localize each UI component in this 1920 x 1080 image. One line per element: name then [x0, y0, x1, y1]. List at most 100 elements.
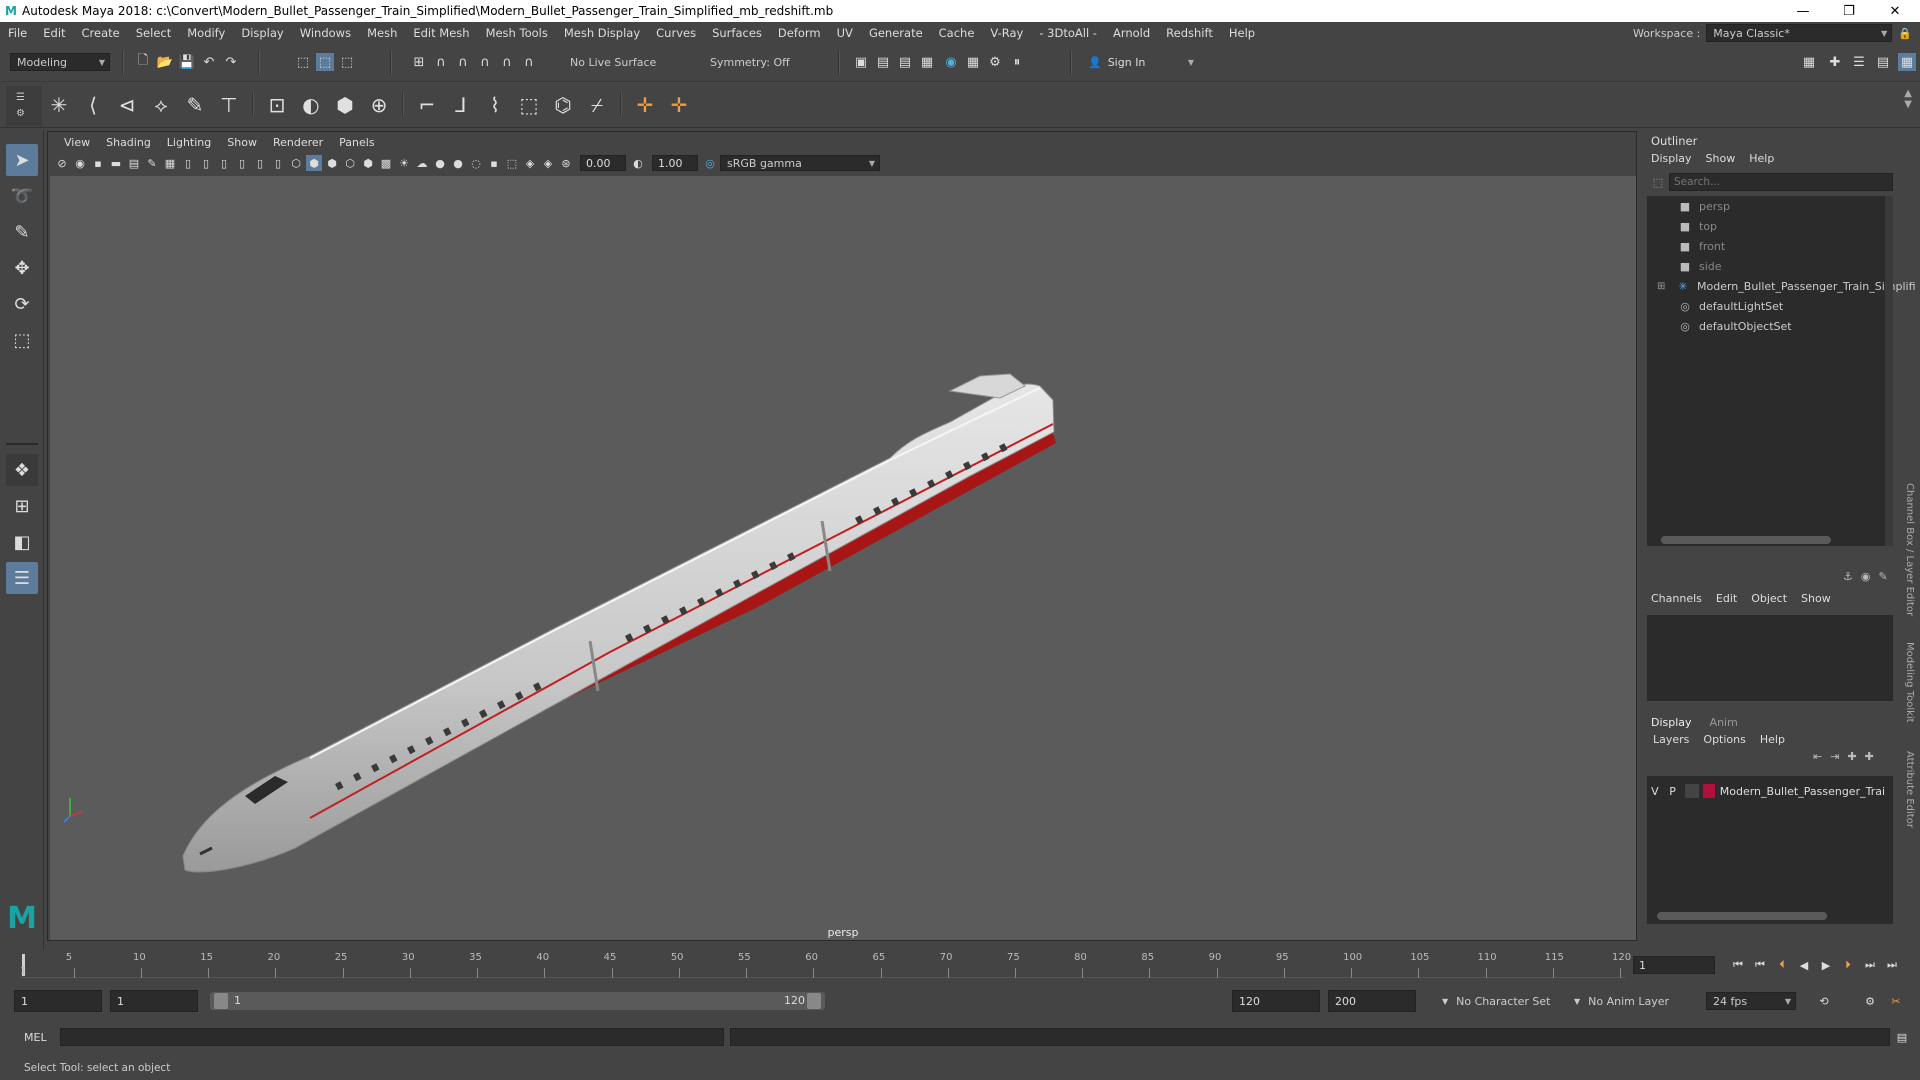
grease-pencil-icon[interactable]: ✎ — [144, 155, 160, 171]
symmetry-dropdown[interactable]: Symmetry: Off — [704, 53, 816, 71]
target-weld-icon[interactable]: ⟨ — [78, 90, 108, 120]
anti-aliasing-icon[interactable]: ◌ — [468, 155, 484, 171]
preferences-icon[interactable]: ✂ — [1886, 992, 1906, 1010]
panel-menu-panels[interactable]: Panels — [331, 136, 382, 149]
command-input[interactable] — [60, 1028, 724, 1046]
motion-blur-icon[interactable]: ● — [450, 155, 466, 171]
snap-curve-icon[interactable]: ∩ — [432, 53, 450, 71]
playback-end-field[interactable]: 120 — [1232, 990, 1320, 1012]
save-scene-icon[interactable]: 💾 — [178, 53, 196, 71]
slide-edge-icon[interactable]: ⟡ — [146, 90, 176, 120]
play-forwards-icon[interactable]: ▶ — [1816, 956, 1836, 974]
move-layer-down-icon[interactable]: ⇥ — [1830, 750, 1839, 763]
xray-joints-icon[interactable]: ◈ — [522, 155, 538, 171]
select-object-icon[interactable]: ⬚ — [316, 53, 334, 71]
menu-cache[interactable]: Cache — [931, 26, 983, 40]
new-scene-icon[interactable]: 🗋 — [134, 53, 152, 71]
outliner-horizontal-scrollbar[interactable] — [1661, 536, 1831, 544]
workspace-dropdown[interactable]: Maya Classic* ▼ — [1706, 24, 1893, 42]
scale-tool-icon[interactable]: ⬚ — [6, 324, 38, 356]
screen-space-ao-icon[interactable]: ● — [432, 155, 448, 171]
menu-help[interactable]: Help — [1221, 26, 1263, 40]
four-view-layout-icon[interactable]: ⊞ — [6, 490, 38, 522]
modeling-toolkit-side-tab[interactable]: Modeling Toolkit — [1895, 635, 1915, 730]
menu-uv[interactable]: UV — [829, 26, 861, 40]
render-sequence-icon[interactable]: ▤ — [874, 53, 892, 71]
shelf-menu-icon[interactable]: ☰ — [16, 92, 25, 103]
menu-generate[interactable]: Generate — [861, 26, 931, 40]
channel-menu-edit[interactable]: Edit — [1716, 592, 1737, 605]
minimize-button[interactable]: — — [1780, 0, 1826, 22]
2d-pan-zoom-icon[interactable]: ▤ — [126, 155, 142, 171]
bridge-icon[interactable]: ⬢ — [330, 90, 360, 120]
ipr-render-icon[interactable]: ▤ — [896, 53, 914, 71]
menu-vray[interactable]: V-Ray — [982, 26, 1031, 40]
3d-viewport[interactable]: persp — [50, 176, 1636, 940]
step-back-key-icon[interactable]: ⏮ — [1750, 956, 1770, 974]
bookmark-icon[interactable]: ▪ — [90, 155, 106, 171]
mirror-icon[interactable]: ⌿ — [582, 90, 612, 120]
pause-icon[interactable]: ⏸ — [1008, 53, 1026, 71]
xray-active-icon[interactable]: ◈ — [540, 155, 556, 171]
menu-surfaces[interactable]: Surfaces — [704, 26, 770, 40]
playback-start-field[interactable]: 1 — [110, 990, 198, 1012]
select-tool-icon[interactable]: ➤ — [6, 144, 38, 176]
filter-icon[interactable]: ⬚ — [1647, 173, 1669, 191]
snap-point-icon[interactable]: ∩ — [454, 53, 472, 71]
isolate-select-icon[interactable]: ⬚ — [504, 155, 520, 171]
panel-menu-renderer[interactable]: Renderer — [265, 136, 331, 149]
render-view-icon[interactable]: ▦ — [964, 53, 982, 71]
shadows-icon[interactable]: ☁ — [414, 155, 430, 171]
menu-curves[interactable]: Curves — [648, 26, 704, 40]
maximize-button[interactable]: ❐ — [1826, 0, 1872, 22]
combine-icon[interactable]: ⌇ — [480, 90, 510, 120]
channel-menu-show[interactable]: Show — [1801, 592, 1831, 605]
multi-cut-icon[interactable]: ✳ — [44, 90, 74, 120]
gamma-field[interactable]: 1.00 — [652, 155, 698, 171]
menu-arnold[interactable]: Arnold — [1105, 26, 1158, 40]
center-pivot-icon[interactable]: ✛ — [630, 90, 660, 120]
color-management-icon[interactable]: ◎ — [702, 155, 718, 171]
menu-select[interactable]: Select — [128, 26, 179, 40]
snap-view-icon[interactable]: ∩ — [476, 53, 494, 71]
layer-color-swatch[interactable] — [1702, 784, 1715, 798]
merge-icon[interactable]: ⅃ — [446, 90, 476, 120]
shelf-settings-icon[interactable]: ⚙ — [16, 108, 25, 119]
attribute-editor-toggle-icon[interactable]: ☰ — [1850, 53, 1868, 71]
undo-icon[interactable]: ↶ — [200, 53, 218, 71]
character-set-dropdown[interactable]: ▼ No Character Set — [1436, 992, 1566, 1010]
image-plane-icon[interactable]: ▬ — [108, 155, 124, 171]
menu-set-dropdown[interactable]: Modeling ▼ — [10, 53, 110, 71]
fps-dropdown[interactable]: 24 fps ▼ — [1706, 992, 1796, 1010]
move-tool-icon[interactable]: ✥ — [6, 252, 38, 284]
layer-playback-toggle[interactable]: P — [1665, 785, 1681, 798]
use-default-material-icon[interactable]: ⬢ — [360, 155, 376, 171]
anim-layer-dropdown[interactable]: ▼ No Anim Layer — [1568, 992, 1688, 1010]
wireframe-on-shaded-icon[interactable]: ⬢ — [324, 155, 340, 171]
single-perspective-layout-icon[interactable]: ❖ — [6, 454, 38, 486]
field-chart-icon[interactable]: ▯ — [234, 155, 250, 171]
panel-menu-show[interactable]: Show — [219, 136, 265, 149]
wireframe-icon[interactable]: ⬡ — [288, 155, 304, 171]
safe-action-icon[interactable]: ▯ — [252, 155, 268, 171]
tool-settings-toggle-icon[interactable]: ▤ — [1874, 53, 1892, 71]
outliner-menu-help[interactable]: Help — [1749, 152, 1774, 165]
snap-live-icon[interactable]: ∩ — [520, 53, 538, 71]
menu-edit-mesh[interactable]: Edit Mesh — [405, 26, 477, 40]
loop-icon[interactable]: ⟲ — [1814, 992, 1834, 1010]
smooth-shade-icon[interactable]: ⬢ — [306, 155, 322, 171]
outliner-vertical-scrollbar[interactable] — [1885, 196, 1893, 546]
step-back-frame-icon[interactable]: ⏴ — [1772, 956, 1792, 974]
menu-file[interactable]: File — [0, 26, 35, 40]
outliner-menu-show[interactable]: Show — [1706, 152, 1736, 165]
gate-mask-icon[interactable]: ▯ — [216, 155, 232, 171]
current-frame-field[interactable]: 1 — [1633, 956, 1715, 974]
menu-mesh-tools[interactable]: Mesh Tools — [478, 26, 556, 40]
menu-windows[interactable]: Windows — [292, 26, 359, 40]
extrude-icon[interactable]: ⊡ — [262, 90, 292, 120]
quad-draw-icon[interactable]: ✎ — [180, 90, 210, 120]
range-slider-bar[interactable]: 1 120 — [210, 992, 825, 1010]
camera-select-icon[interactable]: ⊘ — [54, 155, 70, 171]
layer-menu-layers[interactable]: Layers — [1653, 733, 1689, 746]
close-button[interactable]: ✕ — [1872, 0, 1918, 22]
